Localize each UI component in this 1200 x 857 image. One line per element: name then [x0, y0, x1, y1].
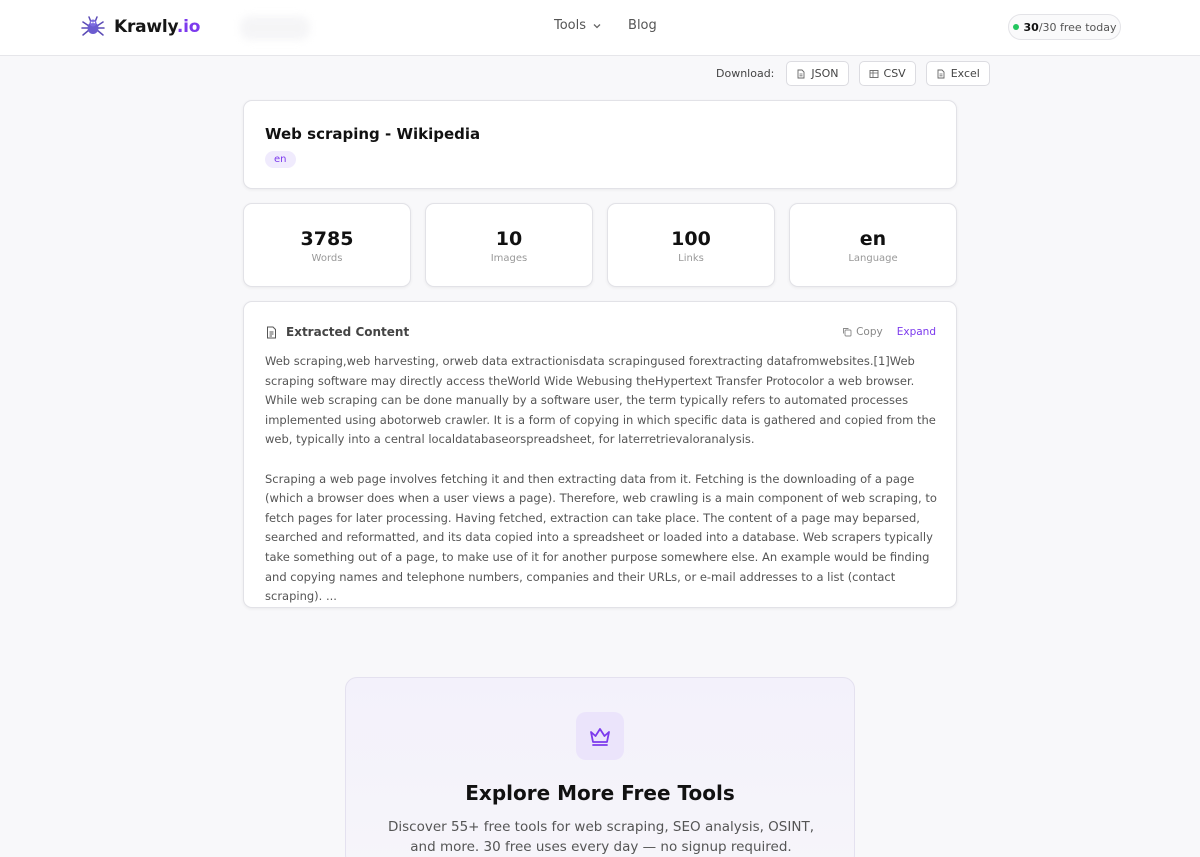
content-body: Web scraping,web harvesting, orweb data … — [265, 352, 940, 626]
stat-value: 3785 — [300, 228, 354, 250]
page-title: Web scraping - Wikipedia — [265, 125, 481, 143]
download-excel-button[interactable]: Excel — [925, 61, 990, 86]
crown-icon — [590, 728, 610, 746]
stat-card-words: 3785 Words — [243, 203, 411, 287]
stat-card-images: 10 Images — [425, 203, 593, 287]
document-icon — [267, 326, 276, 338]
nav-tools[interactable]: Tools — [554, 18, 602, 33]
logo-text: Krawly.io — [114, 17, 201, 37]
stat-value: en — [859, 228, 887, 250]
content-actions: Copy Expand — [842, 326, 936, 338]
chevron-down-icon — [593, 23, 601, 28]
download-json-button[interactable]: JSON — [786, 61, 849, 86]
file-icon — [797, 69, 805, 78]
copy-button[interactable]: Copy — [842, 326, 883, 338]
promo-text: Discover 55+ free tools for web scraping… — [387, 819, 814, 855]
table-icon — [869, 69, 878, 78]
content-paragraph: Web scraping,web harvesting, orweb data … — [265, 354, 936, 447]
stat-value: 100 — [671, 228, 711, 250]
copy-icon — [843, 328, 852, 337]
main-nav: Tools Blog — [554, 18, 657, 33]
stat-label: Images — [490, 253, 528, 264]
extracted-content-card: Extracted Content Copy Expand Web scrapi… — [243, 301, 957, 608]
quota-text: 30/30 free today — [1023, 20, 1117, 34]
content-heading: Extracted Content — [286, 325, 410, 339]
expand-button[interactable]: Expand — [897, 326, 936, 338]
promo-title: Explore More Free Tools — [465, 781, 735, 805]
file-icon — [937, 69, 945, 78]
status-dot — [1012, 24, 1019, 30]
stat-card-links: 100 Links — [607, 203, 775, 287]
explore-tools-promo: Explore More Free Tools Discover 55+ fre… — [345, 677, 855, 857]
download-label: Download: — [716, 67, 775, 80]
download-bar: Download: JSON CSV Excel — [716, 61, 990, 86]
stat-label: Language — [848, 253, 898, 264]
content-header: Extracted Content — [265, 325, 409, 339]
top-header: Krawly.io Tools Blog 30/30 free today — [0, 0, 1200, 56]
language-badge: en — [265, 151, 296, 168]
logo[interactable]: Krawly.io — [80, 14, 200, 40]
spider-logo-icon — [81, 16, 105, 36]
stat-value: 10 — [495, 228, 523, 250]
crown-icon-badge — [576, 712, 624, 760]
blurred-placeholder — [240, 16, 310, 40]
nav-blog[interactable]: Blog — [628, 18, 657, 33]
stat-label: Words — [311, 253, 343, 264]
free-quota-badge: 30/30 free today — [1008, 14, 1121, 40]
content-paragraph: Scraping a web page involves fetching it… — [265, 471, 937, 604]
page-summary-card: Web scraping - Wikipedia en — [243, 100, 957, 189]
stat-card-language: en Language — [789, 203, 957, 287]
stat-label: Links — [678, 253, 704, 264]
download-csv-button[interactable]: CSV — [858, 61, 916, 86]
